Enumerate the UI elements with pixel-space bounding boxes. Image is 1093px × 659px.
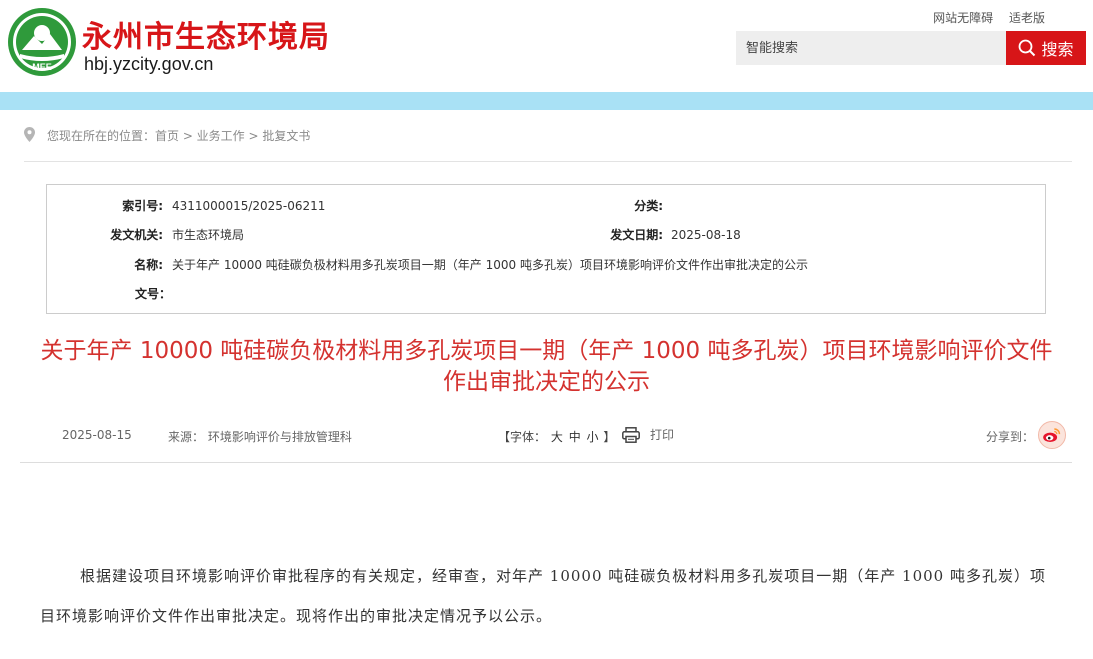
article-title-line1: 关于年产 10000 吨硅碳负极材料用多孔炭项目一期（年产 1000 吨多孔炭）… — [40, 338, 1053, 364]
category-label: 分类: — [634, 199, 663, 213]
info-row-name: 名称: 关于年产 10000 吨硅碳负极材料用多孔炭项目一期（年产 1000 吨… — [47, 255, 1047, 275]
search-icon — [1019, 39, 1036, 57]
font-small-button[interactable]: 小 — [587, 430, 599, 444]
site-name[interactable]: 永州市生态环境局 — [82, 12, 330, 56]
docno-label: 文号： — [134, 287, 171, 301]
document-info-box: 索引号: 4311000015/2025-06211 分类: 发文机关: 市生态… — [46, 184, 1046, 314]
printer-icon — [622, 426, 640, 443]
font-large-button[interactable]: 大 — [551, 430, 563, 444]
font-size-label: 【字体： — [498, 430, 547, 444]
info-row-index: 索引号: 4311000015/2025-06211 分类: — [47, 196, 1047, 216]
elderly-mode-link[interactable]: 适老版 — [1009, 11, 1045, 25]
breadcrumb: 您现在所在的位置：首页 > 业务工作 > 批复文书 — [24, 126, 1072, 162]
font-medium-button[interactable]: 中 — [569, 430, 581, 444]
date-label: 发文日期: — [610, 228, 663, 242]
weibo-share-icon[interactable] — [1038, 421, 1066, 449]
top-links: 网站无障碍 适老版 — [921, 9, 1045, 26]
issuer-value: 市生态环境局 — [172, 228, 245, 242]
share-label: 分享到： — [986, 430, 1035, 444]
accessibility-link[interactable]: 网站无障碍 — [933, 11, 993, 25]
location-pin-icon — [24, 127, 35, 142]
info-row-docno: 文号： — [47, 284, 1047, 304]
publish-date: 2025-08-15 — [62, 428, 132, 442]
index-value: 4311000015/2025-06211 — [172, 199, 326, 213]
article-meta: 2025-08-15 来源： 环境影响评价与排放管理科 【字体： 大 中 小 】… — [20, 419, 1072, 463]
font-size-control: 【字体： 大 中 小 】 — [498, 428, 615, 445]
issuer-label: 发文机关: — [110, 228, 163, 242]
search-button[interactable]: 搜索 — [1006, 31, 1086, 65]
date-value: 2025-08-18 — [671, 228, 741, 242]
site-header: MEE 永州市生态环境局 hbj.yzcity.gov.cn 网站无障碍 适老版… — [0, 0, 1093, 92]
print-label: 打印 — [650, 428, 675, 442]
search-button-label: 搜索 — [1041, 40, 1074, 59]
font-size-close: 】 — [603, 430, 616, 444]
index-label: 索引号: — [122, 199, 163, 213]
info-row-issuer: 发文机关: 市生态环境局 发文日期: 2025-08-18 — [47, 225, 1047, 245]
article-body-paragraph: 根据建设项目环境影响评价审批程序的有关规定，经审查，对年产 10000 吨硅碳负… — [40, 567, 1046, 625]
breadcrumb-text[interactable]: 您现在所在的位置：首页 > 业务工作 > 批复文书 — [47, 126, 310, 146]
decorative-band — [0, 92, 1093, 110]
mee-emblem-icon[interactable]: MEE — [6, 6, 78, 78]
article-title-line2: 作出审批决定的公示 — [443, 369, 650, 395]
name-value: 关于年产 10000 吨硅碳负极材料用多孔炭项目一期（年产 1000 吨多孔炭）… — [172, 258, 808, 272]
article-source: 来源： 环境影响评价与排放管理科 — [168, 430, 352, 444]
name-label: 名称: — [134, 258, 163, 272]
svg-text:MEE: MEE — [32, 62, 52, 72]
article-title: 关于年产 10000 吨硅碳负极材料用多孔炭项目一期（年产 1000 吨多孔炭）… — [0, 336, 1093, 398]
print-button[interactable]: 打印 — [622, 426, 674, 443]
site-domain: hbj.yzcity.gov.cn — [84, 54, 214, 74]
search-input[interactable] — [736, 31, 1006, 65]
